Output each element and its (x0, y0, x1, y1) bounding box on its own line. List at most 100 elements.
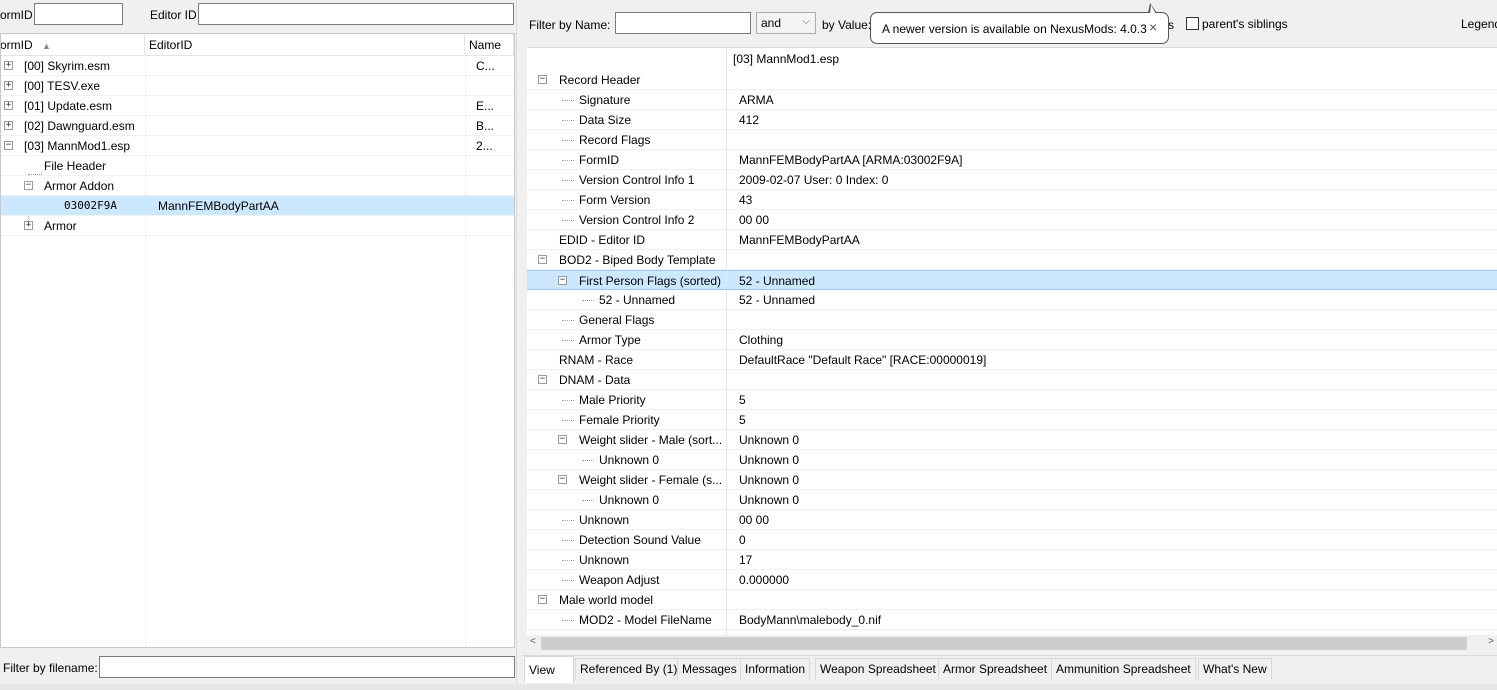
record-field-value: 0.000000 (739, 573, 790, 587)
record-row[interactable]: Detection Sound Value 0 (527, 530, 1497, 550)
collapse-icon[interactable]: − (4, 141, 13, 150)
tree-node[interactable]: + [01] Update.esm E... (1, 96, 514, 116)
operator-select[interactable]: and ⌵ (756, 12, 816, 34)
tree-node-name: 2... (476, 139, 493, 153)
tree-node-formid: 03002F9A (64, 199, 117, 212)
collapse-icon[interactable]: − (558, 435, 567, 444)
record-row[interactable]: MOD2 - Model FileName BodyMann\malebody_0… (527, 610, 1497, 630)
expand-icon[interactable]: + (24, 221, 33, 230)
column-divider (726, 190, 727, 209)
tree-node[interactable]: − Armor Addon (1, 176, 514, 196)
scroll-left-icon[interactable]: < (530, 636, 536, 647)
record-field-name: Weight slider - Male (sort... (579, 433, 723, 447)
tree-connector (562, 120, 574, 121)
record-row[interactable]: Weapon Adjust 0.000000 (527, 570, 1497, 590)
tab-weapon-spreadsheet[interactable]: Weapon Spreadsheet (815, 658, 941, 680)
tooltip-tail-inner (1150, 5, 1156, 14)
record-row[interactable]: − Weight slider - Male (sort... Unknown 0 (527, 430, 1497, 450)
tab-whats-new[interactable]: What's New (1198, 658, 1272, 680)
record-field-name: Weapon Adjust (579, 573, 660, 587)
tree-node[interactable]: + [00] Skyrim.esm C... (1, 56, 514, 76)
expand-icon[interactable]: + (4, 81, 13, 90)
close-icon[interactable]: × (1149, 19, 1157, 35)
tree-node[interactable]: − [03] MannMod1.esp 2... (1, 136, 514, 156)
record-row[interactable]: Female Priority 5 (527, 410, 1497, 430)
tree-connector (562, 540, 574, 541)
collapse-icon[interactable]: − (538, 75, 547, 84)
record-row-selected[interactable]: − First Person Flags (sorted) 52 - Unnamed (527, 270, 1497, 290)
scroll-right-icon[interactable]: > (1488, 636, 1494, 647)
record-view[interactable]: [03] MannMod1.esp − Record Header Signatur… (527, 47, 1497, 651)
scrollbar-thumb[interactable] (541, 637, 1467, 650)
update-notification-tooltip[interactable]: A newer version is available on NexusMod… (870, 3, 1169, 44)
record-row[interactable]: General Flags (527, 310, 1497, 330)
column-header-editorid[interactable]: EditorID (145, 34, 465, 56)
tree-node[interactable]: + Armor (1, 216, 514, 236)
collapse-icon[interactable]: − (538, 595, 547, 604)
update-notification-text: A newer version is available on NexusMod… (882, 22, 1147, 36)
record-row[interactable]: Unknown 0 Unknown 0 (527, 450, 1497, 470)
expand-icon[interactable]: + (4, 61, 13, 70)
record-file-header: [03] MannMod1.esp (733, 52, 840, 66)
record-row[interactable]: Unknown 0 Unknown 0 (527, 490, 1497, 510)
tree-node-selected[interactable]: 03002F9A MannFEMBodyPartAA (1, 196, 514, 216)
record-row[interactable]: − Weight slider - Female (s... Unknown 0 (527, 470, 1497, 490)
expand-icon[interactable]: + (4, 101, 13, 110)
chevron-down-icon: ⌵ (802, 16, 810, 27)
record-row[interactable]: 52 - Unnamed 52 - Unnamed (527, 290, 1497, 310)
tab-referenced-by[interactable]: Referenced By (1) (575, 658, 683, 680)
collapse-icon[interactable]: − (558, 276, 567, 285)
record-row[interactable]: RNAM - Race DefaultRace "Default Race" [R… (527, 350, 1497, 370)
record-row[interactable]: Armor Type Clothing (527, 330, 1497, 350)
tab-messages[interactable]: Messages (677, 658, 742, 680)
record-row[interactable]: Form Version 43 (527, 190, 1497, 210)
collapse-icon[interactable]: − (538, 375, 547, 384)
column-divider (726, 230, 727, 249)
record-row[interactable]: − Record Header (527, 70, 1497, 90)
tab-ammunition-spreadsheet[interactable]: Ammunition Spreadsheet (1051, 658, 1196, 680)
tab-armor-spreadsheet[interactable]: Armor Spreadsheet (938, 658, 1053, 680)
record-row[interactable]: EDID - Editor ID MannFEMBodyPartAA (527, 230, 1497, 250)
record-field-value: Unknown 0 (739, 433, 800, 447)
pane-splitter[interactable] (516, 0, 522, 690)
column-header-name[interactable]: Name (465, 34, 514, 56)
record-row[interactable]: FormID MannFEMBodyPartAA [ARMA:03002F9A] (527, 150, 1497, 170)
column-header-formid[interactable]: ormID ▲ (1, 34, 145, 56)
column-divider (726, 470, 727, 489)
expand-icon[interactable]: + (4, 121, 13, 130)
collapse-icon[interactable]: − (538, 255, 547, 264)
record-row[interactable]: Unknown 17 (527, 550, 1497, 570)
collapse-icon[interactable]: − (24, 181, 33, 190)
record-row[interactable]: − BOD2 - Biped Body Template (527, 250, 1497, 270)
collapse-icon[interactable]: − (558, 475, 567, 484)
record-row[interactable]: − DNAM - Data (527, 370, 1497, 390)
formid-filter-input[interactable] (34, 3, 123, 25)
record-field-name: Signature (579, 93, 631, 107)
tree-connector (562, 580, 574, 581)
tab-view[interactable]: View (524, 656, 574, 683)
record-row[interactable]: Version Control Info 1 2009-02-07 User: 0… (527, 170, 1497, 190)
parents-siblings-checkbox[interactable] (1186, 17, 1199, 30)
column-divider (726, 410, 727, 429)
horizontal-scrollbar[interactable]: < > (527, 635, 1497, 652)
record-field-name: DNAM - Data (559, 373, 631, 387)
record-row[interactable]: Unknown 00 00 (527, 510, 1497, 530)
record-row[interactable]: Signature ARMA (527, 90, 1497, 110)
editorid-filter-input[interactable] (198, 3, 514, 25)
filter-name-input[interactable] (615, 12, 751, 34)
record-field-name: EDID - Editor ID (559, 233, 646, 247)
column-divider (726, 550, 727, 569)
record-row[interactable]: Record Flags (527, 130, 1497, 150)
record-row[interactable]: − Male world model (527, 590, 1497, 610)
sort-asc-icon: ▲ (42, 41, 51, 51)
record-row[interactable]: Male Priority 5 (527, 390, 1497, 410)
navigation-tree[interactable]: ormID ▲ EditorID Name + [00] Skyrim.esm … (0, 33, 515, 648)
tree-node[interactable]: File Header (1, 156, 514, 176)
tree-node[interactable]: + [02] Dawnguard.esm B... (1, 116, 514, 136)
tab-information[interactable]: Information (740, 658, 811, 680)
filename-filter-input[interactable] (99, 656, 515, 678)
legend-button[interactable]: Legend (1461, 17, 1497, 31)
tree-node[interactable]: + [00] TESV.exe (1, 76, 514, 96)
record-row[interactable]: Data Size 412 (527, 110, 1497, 130)
record-row[interactable]: Version Control Info 2 00 00 (527, 210, 1497, 230)
